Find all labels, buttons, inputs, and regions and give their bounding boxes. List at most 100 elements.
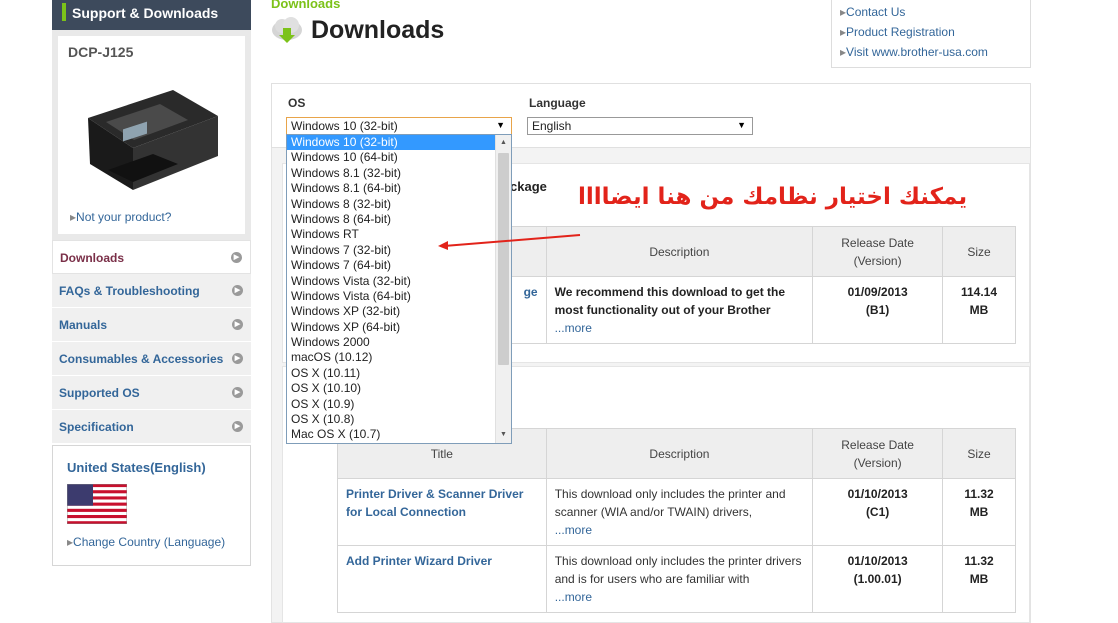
dropdown-scrollbar[interactable]: ▲ ▼ — [495, 135, 511, 443]
download-title-link[interactable]: Add Printer Wizard Driver — [346, 554, 492, 568]
country-box: United States(English) Change Country (L… — [52, 445, 251, 566]
us-flag-icon — [67, 484, 127, 524]
chevron-right-icon: ▶ — [232, 421, 243, 432]
sidebar-item-label: Consumables & Accessories — [59, 352, 224, 366]
page-title: Downloads — [311, 16, 445, 44]
dropdown-option[interactable]: Windows 10 (64-bit) — [287, 150, 495, 165]
page: Support & Downloads DCP-J125 Not your pr… — [0, 0, 1118, 623]
chevron-right-icon: ▶ — [232, 387, 243, 398]
more-link[interactable]: ...more — [555, 521, 805, 539]
dropdown-option[interactable]: Windows Vista (64-bit) — [287, 289, 495, 304]
download-title-link[interactable]: ge — [524, 285, 538, 299]
dropdown-option[interactable]: Windows 2000 — [287, 335, 495, 350]
file-size: 11.32 — [964, 554, 994, 568]
language-select-value: English — [532, 119, 572, 133]
release-date: 01/09/2013 — [847, 285, 908, 299]
quick-links: Contact Us Product Registration Visit ww… — [831, 0, 1031, 68]
dropdown-option[interactable]: Windows 8.1 (32-bit) — [287, 166, 495, 181]
release-version: (C1) — [865, 505, 890, 519]
file-size-unit: MB — [969, 505, 989, 519]
os-select[interactable]: Windows 10 (32-bit) ▼ — [286, 117, 512, 135]
os-dropdown-list[interactable]: Windows 10 (32-bit) Windows 10 (64-bit) Wi… — [286, 134, 512, 444]
chevron-right-icon: ▶ — [232, 353, 243, 364]
column-header-description: Description — [545, 428, 814, 479]
dropdown-option[interactable]: OS X (10.11) — [287, 366, 495, 381]
download-title-link[interactable]: Printer Driver & Scanner Driver for Loca… — [346, 487, 523, 519]
table-row: Printer Driver & Scanner Driver for Loca… — [337, 478, 1016, 546]
scrollbar-thumb[interactable] — [498, 153, 509, 365]
column-header-description: Description — [545, 226, 814, 277]
more-link[interactable]: ...more — [555, 588, 805, 606]
sidebar-item-label: Specification — [59, 420, 134, 434]
column-header-size: Size — [942, 428, 1016, 479]
dropdown-option[interactable]: OS X (10.8) — [287, 412, 495, 427]
dropdown-option[interactable]: Windows 8 (32-bit) — [287, 197, 495, 212]
dropdown-option[interactable]: Windows 7 (64-bit) — [287, 258, 495, 273]
chevron-right-icon: ▶ — [231, 252, 242, 263]
file-size-unit: MB — [969, 303, 989, 317]
language-label: Language — [529, 96, 586, 110]
release-date: 01/10/2013 — [847, 554, 908, 568]
table-row: Add Printer Wizard Driver This download … — [337, 545, 1016, 613]
product-box: DCP-J125 Not your product? — [52, 30, 251, 240]
chevron-right-icon: ▶ — [232, 319, 243, 330]
column-header-release: Release Date (Version) — [812, 226, 944, 277]
sidebar-item-downloads[interactable]: Downloads ▶ — [52, 240, 251, 274]
annotation-text: يمكنك اختيار نظامك من هنا ايضاااا — [578, 184, 968, 210]
visit-brother-link[interactable]: Visit www.brother-usa.com — [840, 45, 1030, 65]
release-date: 01/10/2013 — [847, 487, 908, 501]
sidebar-item-faqs[interactable]: FAQs & Troubleshooting ▶ — [52, 274, 251, 308]
sidebar-item-specification[interactable]: Specification ▶ — [52, 410, 251, 444]
dropdown-arrow-icon: ▼ — [496, 120, 505, 130]
printer-image — [88, 90, 218, 190]
product-name: DCP-J125 — [68, 44, 134, 60]
not-your-product-link[interactable]: Not your product? — [70, 210, 171, 224]
dropdown-option[interactable]: Windows 8 (64-bit) — [287, 212, 495, 227]
scroll-up-icon[interactable]: ▲ — [496, 135, 511, 151]
file-size: 11.32 — [964, 487, 994, 501]
sidebar-item-label: FAQs & Troubleshooting — [59, 284, 200, 298]
scroll-down-icon[interactable]: ▼ — [496, 427, 511, 443]
more-link[interactable]: ...more — [555, 319, 805, 337]
cloud-download-icon — [272, 17, 302, 43]
dropdown-arrow-icon: ▼ — [737, 120, 746, 130]
drivers-table: Title Description Release Date (Version)… — [337, 428, 1016, 613]
sidebar-item-label: Manuals — [59, 318, 108, 332]
os-select-value: Windows 10 (32-bit) — [291, 119, 398, 133]
annotation-arrow-icon — [438, 234, 581, 250]
sidebar-item-consumables[interactable]: Consumables & Accessories ▶ — [52, 342, 251, 376]
sidebar-header: Support & Downloads — [52, 0, 251, 30]
row-description: This download only includes the printer … — [554, 554, 802, 586]
dropdown-option[interactable]: Windows XP (32-bit) — [287, 304, 495, 319]
sidebar-item-label: Supported OS — [59, 386, 140, 400]
product-registration-link[interactable]: Product Registration — [840, 25, 1030, 45]
release-version: (B1) — [865, 303, 890, 317]
row-description: We recommend this download to get the mo… — [554, 285, 786, 317]
file-size-unit: MB — [969, 572, 989, 586]
row-description: This download only includes the printer … — [554, 487, 786, 519]
dropdown-option[interactable]: Windows XP (64-bit) — [287, 320, 495, 335]
sidebar-item-manuals[interactable]: Manuals ▶ — [52, 308, 251, 342]
sidebar-item-supported-os[interactable]: Supported OS ▶ — [52, 376, 251, 410]
file-size: 114.14 — [960, 285, 998, 299]
language-select[interactable]: English ▼ — [527, 117, 753, 135]
dropdown-option[interactable]: OS X (10.9) — [287, 397, 495, 412]
column-header-size: Size — [942, 226, 1016, 277]
country-title: United States(English) — [67, 460, 206, 475]
breadcrumb[interactable]: Downloads — [271, 0, 340, 11]
sidebar-item-label: Downloads — [60, 251, 125, 265]
chevron-right-icon: ▶ — [232, 285, 243, 296]
release-version: (1.00.01) — [853, 572, 902, 586]
dropdown-option[interactable]: Windows 8.1 (64-bit) — [287, 181, 495, 196]
section-title: ckage — [510, 179, 547, 194]
contact-us-link[interactable]: Contact Us — [840, 5, 1030, 25]
dropdown-option[interactable]: Windows Vista (32-bit) — [287, 274, 495, 289]
dropdown-option[interactable]: OS X (10.10) — [287, 381, 495, 396]
dropdown-option[interactable]: macOS (10.12) — [287, 350, 495, 365]
dropdown-option[interactable]: Windows 10 (32-bit) — [287, 135, 495, 151]
change-country-link[interactable]: Change Country (Language) — [67, 535, 225, 549]
sidebar-menu: Downloads ▶ FAQs & Troubleshooting ▶ Manua… — [52, 240, 251, 444]
dropdown-option[interactable]: Mac OS X (10.7) — [287, 427, 495, 442]
os-label: OS — [288, 96, 306, 110]
column-header-release: Release Date (Version) — [812, 428, 944, 479]
